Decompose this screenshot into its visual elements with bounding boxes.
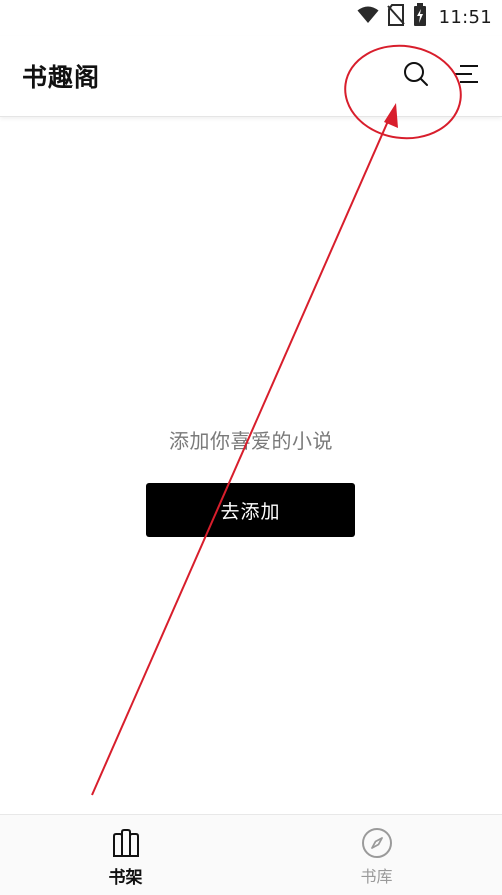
menu-icon [452, 60, 480, 92]
battery-charging-icon [413, 3, 427, 31]
app-title: 书趣阁 [22, 63, 101, 92]
nav-item-bookshelf[interactable]: 书架 [0, 815, 251, 895]
wifi-icon [357, 6, 379, 28]
no-sim-icon [386, 4, 405, 30]
compass-icon [361, 827, 393, 859]
status-bar: 11:51 [0, 0, 502, 36]
nav-label-bookshelf: 书架 [108, 868, 143, 888]
search-button[interactable] [400, 60, 432, 92]
menu-button[interactable] [450, 60, 482, 92]
add-novel-button[interactable]: 去添加 [146, 483, 355, 537]
empty-state-message: 添加你喜爱的小说 [169, 429, 333, 453]
status-icons: 11:51 [357, 3, 492, 31]
status-time: 11:51 [438, 6, 492, 28]
search-icon [402, 60, 430, 92]
nav-label-library: 书库 [360, 867, 393, 886]
nav-item-library[interactable]: 书库 [251, 815, 502, 895]
bookshelf-icon [110, 827, 142, 859]
bottom-nav: 书架 书库 [0, 814, 502, 895]
app-header: 书趣阁 [0, 36, 502, 117]
